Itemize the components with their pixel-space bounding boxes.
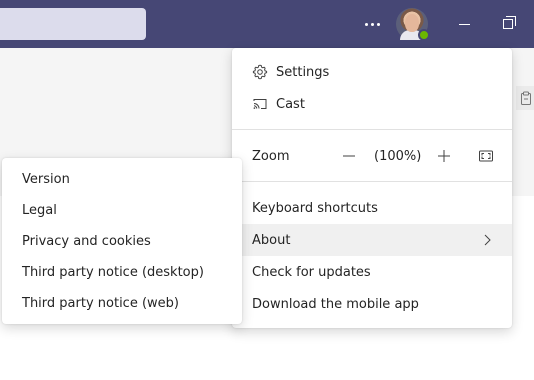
zoom-label: Zoom — [252, 148, 290, 164]
submenu-item-label: Third party notice (desktop) — [22, 265, 204, 280]
menu-item-keyboard-shortcuts[interactable]: Keyboard shortcuts — [232, 192, 512, 224]
cast-icon — [253, 99, 267, 109]
presence-available-badge — [418, 29, 430, 41]
search-box[interactable] — [0, 8, 146, 40]
fullscreen-icon — [479, 150, 493, 162]
zoom-in-button[interactable] — [430, 140, 458, 172]
more-options-button[interactable] — [358, 8, 386, 40]
settings-menu: Settings Cast Zoom (100%) Keyboard short… — [232, 48, 512, 328]
menu-item-download-mobile-app[interactable]: Download the mobile app — [232, 288, 512, 320]
clipboard-icon — [521, 91, 531, 105]
about-submenu: Version Legal Privacy and cookies Third … — [2, 158, 242, 324]
restore-icon — [503, 16, 516, 29]
minus-icon — [343, 155, 355, 157]
check-updates-label: Check for updates — [252, 264, 371, 280]
about-label: About — [252, 232, 291, 248]
gear-icon — [252, 64, 268, 80]
menu-divider — [232, 129, 512, 130]
submenu-item-privacy[interactable]: Privacy and cookies — [2, 226, 242, 257]
avatar[interactable] — [396, 8, 430, 41]
settings-label: Settings — [276, 64, 330, 80]
restore-button[interactable] — [496, 8, 520, 40]
submenu-item-legal[interactable]: Legal — [2, 195, 242, 226]
submenu-item-version[interactable]: Version — [2, 164, 242, 195]
zoom-row: Zoom (100%) — [232, 140, 512, 172]
plus-icon — [438, 150, 450, 162]
menu-item-about[interactable]: About — [232, 224, 512, 256]
menu-item-cast[interactable]: Cast — [232, 88, 512, 120]
minimize-button[interactable] — [452, 8, 476, 40]
submenu-item-label: Privacy and cookies — [22, 234, 151, 249]
menu-item-check-updates[interactable]: Check for updates — [232, 256, 512, 288]
title-bar — [0, 0, 534, 48]
submenu-item-label: Version — [22, 172, 70, 187]
submenu-item-label: Legal — [22, 203, 57, 218]
cast-label: Cast — [276, 96, 305, 112]
more-icon — [364, 22, 380, 26]
submenu-item-third-party-web[interactable]: Third party notice (web) — [2, 288, 242, 319]
menu-item-settings[interactable]: Settings — [232, 56, 512, 88]
download-mobile-label: Download the mobile app — [252, 296, 419, 312]
submenu-item-label: Third party notice (web) — [22, 296, 179, 311]
keyboard-shortcuts-label: Keyboard shortcuts — [252, 200, 378, 216]
minimize-icon — [458, 23, 470, 25]
zoom-value: (100%) — [374, 148, 422, 164]
menu-divider — [232, 181, 512, 182]
zoom-out-button[interactable] — [335, 140, 363, 172]
submenu-item-third-party-desktop[interactable]: Third party notice (desktop) — [2, 257, 242, 288]
chevron-right-icon — [484, 234, 491, 246]
fullscreen-button[interactable] — [472, 140, 500, 172]
